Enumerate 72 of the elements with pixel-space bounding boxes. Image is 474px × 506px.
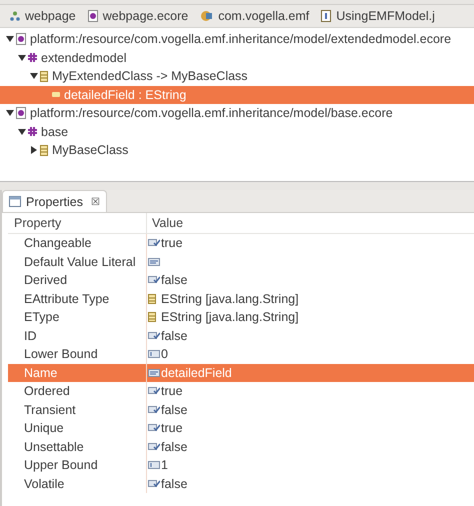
- close-icon[interactable]: ☒: [90, 196, 100, 208]
- expanded-arrow-icon[interactable]: [30, 73, 38, 80]
- tree-item-label[interactable]: MyBaseClass: [52, 143, 128, 158]
- expanded-arrow-icon[interactable]: [18, 128, 26, 135]
- property-value[interactable]: true: [161, 421, 183, 436]
- text-value-icon: [148, 368, 160, 377]
- boolean-value-icon: [148, 480, 160, 488]
- java-file-icon: [321, 10, 332, 22]
- property-name: Default Value Literal: [24, 254, 136, 269]
- tree-item-label[interactable]: platform:/resource/com.vogella.emf.inheritance/model/base.ecore: [30, 106, 393, 120]
- property-value[interactable]: false: [161, 440, 188, 454]
- property-name: Upper Bound: [24, 458, 98, 472]
- class-icon: [40, 144, 48, 156]
- property-name: Name: [24, 366, 58, 380]
- class-icon: [148, 294, 156, 304]
- editor-tab[interactable]: webpage: [8, 5, 86, 27]
- editor-tab[interactable]: webpage.ecore: [86, 5, 198, 27]
- property-value[interactable]: true: [161, 384, 183, 398]
- property-name: Volatile: [24, 476, 64, 491]
- property-name: Changeable: [24, 236, 92, 250]
- property-value[interactable]: false: [161, 402, 188, 417]
- property-name: Transient: [24, 402, 76, 417]
- text-value-icon: [148, 258, 160, 266]
- boolean-value-icon: [148, 424, 160, 432]
- boolean-value-icon: [148, 406, 160, 414]
- tree-item-label[interactable]: base: [41, 124, 68, 139]
- property-value[interactable]: true: [161, 236, 183, 250]
- file-icon: [16, 107, 26, 120]
- boolean-value-icon: [148, 332, 160, 340]
- property-value[interactable]: EString [java.lang.String]: [161, 310, 299, 324]
- boolean-value-icon: [148, 239, 160, 248]
- number-value-icon: [148, 350, 160, 358]
- boolean-value-icon: [148, 387, 160, 396]
- column-header[interactable]: Property: [8, 216, 146, 230]
- property-name: ID: [24, 328, 36, 343]
- property-value[interactable]: 0: [161, 347, 168, 362]
- expanded-arrow-icon[interactable]: [6, 36, 14, 42]
- plugin-icon: [200, 10, 214, 22]
- property-name: Unique: [24, 421, 64, 436]
- property-value[interactable]: 1: [161, 458, 168, 472]
- collapsed-arrow-icon[interactable]: [31, 146, 37, 154]
- tree-item-label[interactable]: extendedmodel: [41, 50, 126, 65]
- property-value[interactable]: false: [161, 273, 188, 288]
- table-icon: [9, 196, 21, 207]
- class-icon: [148, 312, 156, 322]
- attribute-icon: [52, 92, 60, 98]
- boolean-value-icon: [148, 442, 160, 451]
- property-name: Unsettable: [24, 440, 84, 454]
- property-name: Lower Bound: [24, 347, 98, 362]
- expanded-arrow-icon[interactable]: [18, 54, 26, 61]
- expanded-arrow-icon[interactable]: [6, 110, 14, 116]
- tree-item-label[interactable]: MyExtendedClass -> MyBaseClass: [52, 69, 248, 84]
- property-value[interactable]: false: [161, 476, 188, 491]
- model-icon: [10, 11, 20, 21]
- package-icon: [28, 53, 37, 62]
- editor-tab[interactable]: UsingEMFModel.j: [319, 5, 445, 27]
- tree-item-label[interactable]: platform:/resource/com.vogella.emf.inheritance/model/extendedmodel.ecore: [30, 32, 452, 46]
- property-name: Derived: [24, 273, 68, 288]
- property-value[interactable]: EString [java.lang.String]: [161, 292, 299, 306]
- class-icon: [40, 70, 48, 82]
- boolean-value-icon: [148, 276, 160, 284]
- number-value-icon: [148, 461, 160, 470]
- file-icon: [88, 10, 98, 22]
- property-name: Ordered: [24, 384, 70, 398]
- properties-tab[interactable]: Properties ☒: [2, 190, 107, 212]
- property-name: EType: [24, 310, 60, 324]
- column-header[interactable]: Value: [146, 213, 474, 233]
- editor-tab[interactable]: com.vogella.emf: [198, 5, 320, 27]
- property-name: EAttribute Type: [24, 292, 110, 306]
- property-value[interactable]: false: [161, 328, 188, 343]
- file-icon: [16, 33, 26, 46]
- package-icon: [28, 127, 37, 136]
